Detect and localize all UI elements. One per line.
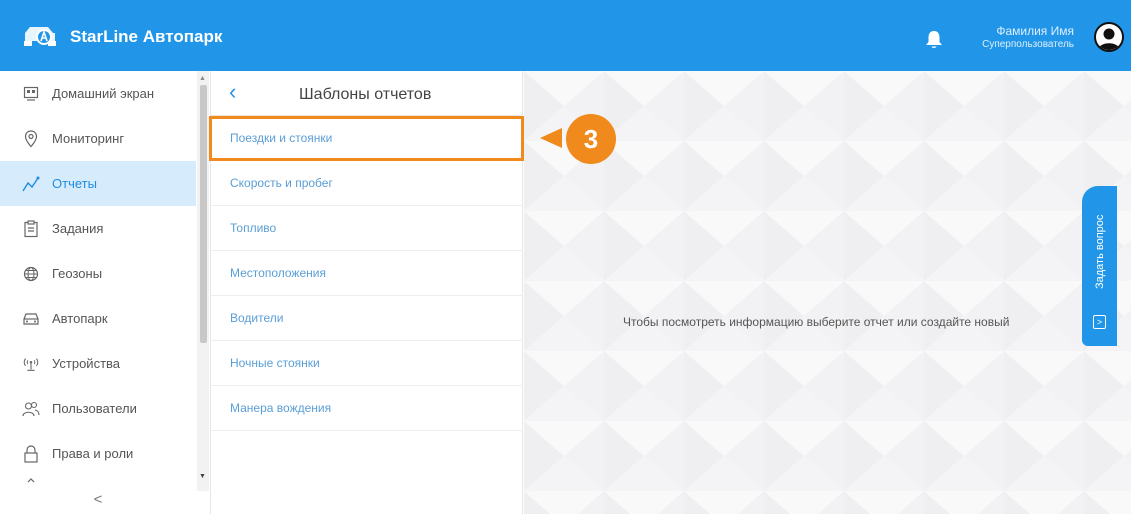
empty-state-message: Чтобы посмотреть информацию выберите отч… xyxy=(623,315,1010,329)
sidebar-item-label: Автопарк xyxy=(52,311,108,326)
sidebar-item-label: Устройства xyxy=(52,356,121,371)
user-name: Фамилия Имя xyxy=(996,24,1074,38)
scroll-down-arrow-icon[interactable]: ▼ xyxy=(199,473,206,480)
app-title: StarLine Автопарк xyxy=(70,27,223,46)
sidebar: Домашний экран Мониторинг Отчеты Задания… xyxy=(0,71,211,514)
step-callout-badge: 3 xyxy=(566,114,616,164)
sidebar-item-label: Мониторинг xyxy=(52,131,125,146)
sidebar-item-label: Права и роли xyxy=(52,446,134,461)
sidebar-item-fleet[interactable]: Автопарк xyxy=(0,296,196,341)
sidebar-item-partial[interactable] xyxy=(0,476,196,491)
sidebar-item-label: Домашний экран xyxy=(52,86,155,101)
back-arrow-icon[interactable]: ‹ xyxy=(229,81,236,103)
sidebar-item-label: Задания xyxy=(52,221,104,236)
home-screen-icon xyxy=(22,85,40,103)
template-night-stops[interactable]: Ночные стоянки xyxy=(211,341,523,386)
car-icon xyxy=(22,310,40,328)
sidebar-item-monitoring[interactable]: Мониторинг xyxy=(0,116,196,161)
avatar[interactable] xyxy=(1094,22,1124,52)
globe-icon xyxy=(22,265,40,283)
template-fuel[interactable]: Топливо xyxy=(211,206,523,251)
sidebar-item-label: Отчеты xyxy=(52,176,97,191)
template-drivers[interactable]: Водители xyxy=(211,296,523,341)
template-locations[interactable]: Местоположения xyxy=(211,251,523,296)
callout-arrow-icon xyxy=(540,128,562,148)
sidebar-item-devices[interactable]: Устройства xyxy=(0,341,196,386)
starline-logo-icon xyxy=(24,27,56,46)
expand-arrow-icon[interactable]: > xyxy=(1093,315,1106,329)
sidebar-item-geozones[interactable]: Геозоны xyxy=(0,251,196,296)
lock-icon xyxy=(22,444,40,463)
user-info[interactable]: Фамилия Имя Суперпользователь xyxy=(982,24,1074,52)
sidebar-item-reports[interactable]: Отчеты xyxy=(0,161,196,206)
sidebar-item-label: Пользователи xyxy=(52,401,137,416)
sidebar-item-users[interactable]: Пользователи xyxy=(0,386,196,431)
panel-title: Шаблоны отчетов xyxy=(299,86,432,103)
location-pin-icon xyxy=(22,129,40,148)
chart-line-icon xyxy=(22,175,40,193)
sidebar-item-tasks[interactable]: Задания xyxy=(0,206,196,251)
highlight-frame xyxy=(209,116,524,161)
partial-icon xyxy=(22,476,40,491)
logo[interactable]: StarLine Автопарк xyxy=(22,24,222,50)
sidebar-item-label: Геозоны xyxy=(52,266,103,281)
user-role: Суперпользователь xyxy=(982,39,1074,50)
collapse-sidebar-button[interactable]: < xyxy=(0,491,196,514)
template-driving-style[interactable]: Манера вождения xyxy=(211,386,523,431)
top-bar: StarLine Автопарк Фамилия Имя Суперпольз… xyxy=(0,0,1131,71)
antenna-icon xyxy=(22,355,40,373)
users-icon xyxy=(22,400,40,418)
ask-question-label: Задать вопрос xyxy=(1094,214,1106,290)
clipboard-icon xyxy=(22,219,40,238)
template-speed-and-mileage[interactable]: Скорость и пробег xyxy=(211,161,523,206)
sidebar-scroll-thumb[interactable] xyxy=(200,85,207,343)
panel-header: ‹ Шаблоны отчетов xyxy=(211,71,523,116)
sidebar-item-rights-roles[interactable]: Права и роли xyxy=(0,431,196,476)
user-avatar-icon xyxy=(1098,28,1120,50)
sidebar-item-home[interactable]: Домашний экран xyxy=(0,71,196,116)
bell-icon[interactable] xyxy=(925,30,943,50)
scroll-up-arrow-icon[interactable]: ▲ xyxy=(199,75,206,82)
